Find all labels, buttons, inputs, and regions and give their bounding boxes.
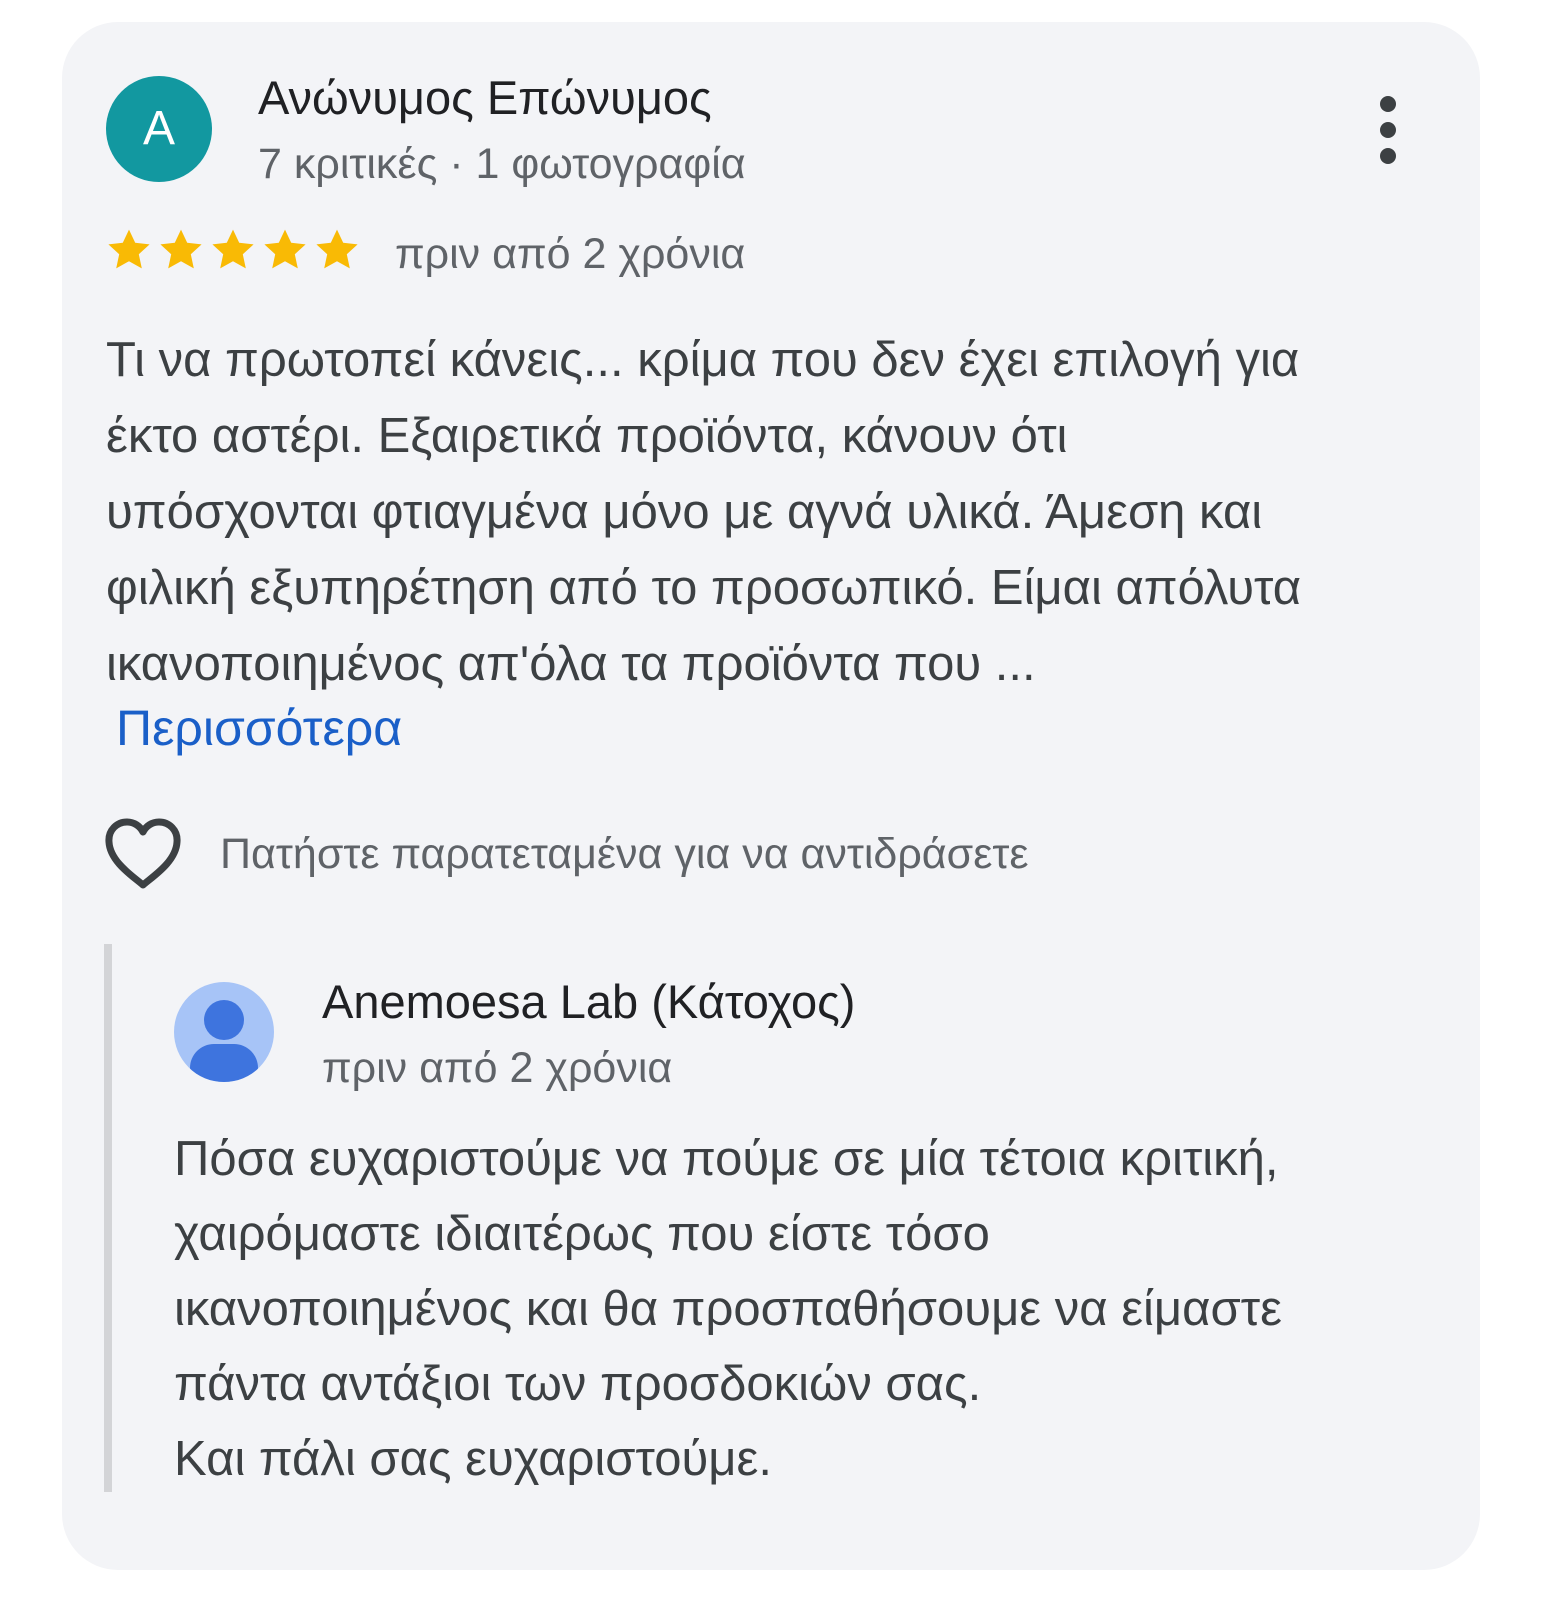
more-vertical-icon[interactable] [1368, 92, 1408, 168]
star-icon [160, 229, 202, 269]
star-icon [212, 229, 254, 269]
review-date: πριν από 2 χρόνια [395, 230, 746, 278]
menu-dot [1380, 96, 1396, 112]
person-icon[interactable] [174, 982, 274, 1082]
reply-text: Πόσα ευχαριστούμε να πούμε σε μία τέτοια… [174, 1122, 1464, 1497]
avatar-letter: A [142, 102, 175, 155]
person-body [190, 1044, 258, 1082]
reply-divider [104, 944, 112, 1492]
owner-name: Anemoesa Lab (Κάτοχος) [322, 975, 856, 1028]
star-icon [264, 229, 306, 269]
review-text-line: Τι να πρωτοπεί κάνεις... κρίμα που δεν έ… [106, 333, 1300, 387]
react-label: Πατήστε παρατεταμένα για να αντιδράσετε [220, 830, 1029, 878]
star-icon [108, 229, 150, 269]
person-head [204, 1000, 244, 1040]
reply-text-line: χαιρόμαστε ιδιαιτέρως που είστε τόσο [174, 1207, 990, 1261]
reviewer-avatar[interactable]: A [106, 76, 212, 182]
star-icon [316, 229, 358, 269]
review-text-line: ικανοποιημένος απ'όλα τα προϊόντα που ..… [106, 637, 1036, 691]
more-link[interactable]: Περισσότερα [116, 698, 402, 758]
menu-dot [1380, 148, 1396, 164]
reply-text-line: πάντα αντάξιοι των προσδοκιών σας. [174, 1357, 982, 1411]
review-text-line: φιλική εξυπηρέτηση από το προσωπικό. Είμ… [106, 561, 1302, 615]
menu-dot [1380, 122, 1396, 138]
heart-outline-icon[interactable] [104, 818, 182, 890]
reply-text-line: ικανοποιημένος και θα προσπαθήσουμε να ε… [174, 1282, 1282, 1336]
reviewer-meta: 7 κριτικές · 1 φωτογραφία [258, 140, 746, 188]
reviewer-name[interactable]: Ανώνυμος Επώνυμος [258, 70, 712, 126]
reply-date: πριν από 2 χρόνια [322, 1044, 673, 1092]
review-text-line: έκτο αστέρι. Εξαιρετικά προϊόντα, κάνουν… [106, 409, 1068, 463]
reply-text-line: Και πάλι σας ευχαριστούμε. [174, 1432, 772, 1486]
star-rating [104, 226, 362, 274]
review-text-line: υπόσχονται φτιαγμένα μόνο με αγνά υλικά.… [106, 485, 1263, 539]
review-text: Τι να πρωτοπεί κάνεις... κρίμα που δεν έ… [106, 322, 1456, 702]
reply-text-line: Πόσα ευχαριστούμε να πούμε σε μία τέτοια… [174, 1132, 1279, 1186]
